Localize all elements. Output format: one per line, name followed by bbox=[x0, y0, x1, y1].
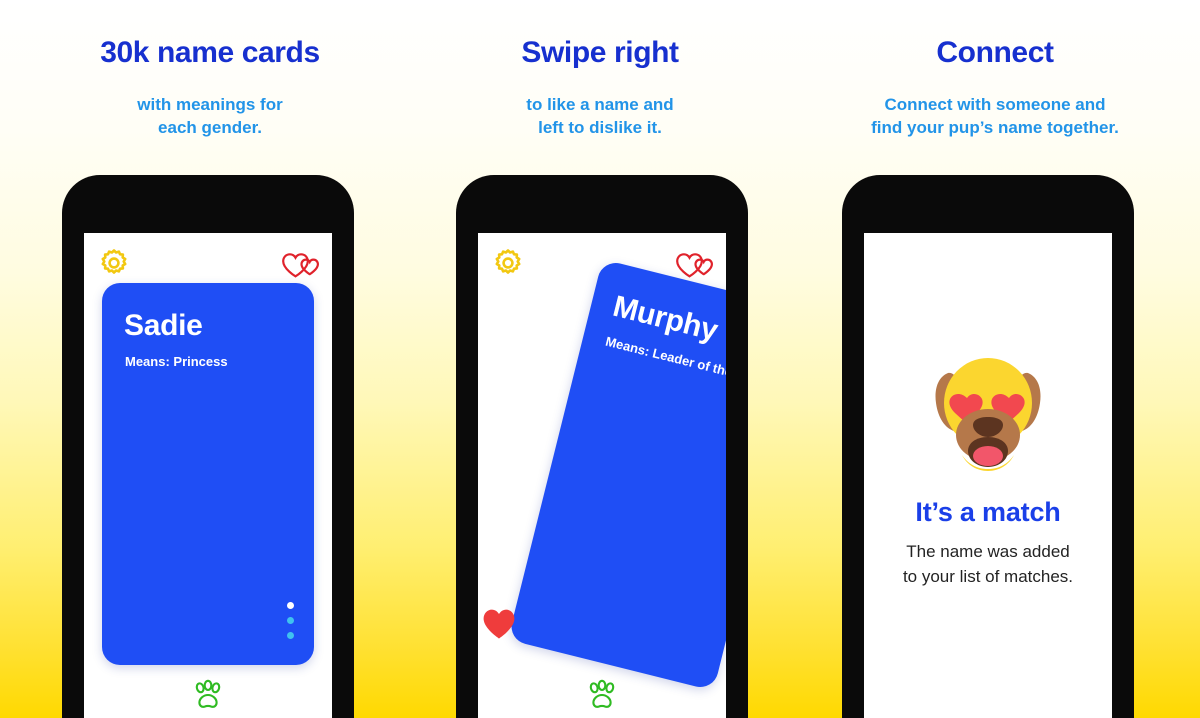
panel-connect: Connect Connect with someone and find yo… bbox=[790, 0, 1200, 718]
panel-swipe-right: Swipe right to like a name and left to d… bbox=[400, 0, 800, 718]
panel-2-subhead: to like a name and left to dislike it. bbox=[400, 93, 800, 140]
match-body-line-2: to your list of matches. bbox=[902, 566, 1074, 586]
panel-name-cards: 30k name cards with meanings for each ge… bbox=[0, 0, 420, 718]
card-meaning: Means: Princess bbox=[125, 354, 228, 369]
app-screen-match: It’s a match The name was added to your … bbox=[864, 233, 1112, 718]
phone-mockup-2: Murphy Means: Leader of the herd bbox=[456, 175, 748, 718]
panel-3-subhead: Connect with someone and find your pup’s… bbox=[790, 93, 1200, 140]
app-screen-browse: Sadie Means: Princess bbox=[84, 233, 332, 718]
paw-icon[interactable] bbox=[582, 678, 622, 714]
panel-3-subhead-line-1: Connect with someone and bbox=[884, 95, 1106, 114]
gear-icon[interactable] bbox=[492, 247, 524, 279]
app-top-bar-1 bbox=[84, 247, 332, 281]
name-card-murphy[interactable]: Murphy Means: Leader of the herd bbox=[507, 259, 726, 691]
double-heart-icon[interactable] bbox=[280, 251, 320, 279]
promo-screenshot-stage: 30k name cards with meanings for each ge… bbox=[0, 0, 1200, 718]
gear-icon[interactable] bbox=[98, 247, 130, 279]
panel-1-subhead: with meanings for each gender. bbox=[0, 93, 420, 140]
card-dot-active bbox=[287, 602, 294, 609]
match-body: The name was added to your list of match… bbox=[864, 540, 1112, 589]
panel-3-subhead-line-2: find your pup’s name together. bbox=[871, 118, 1119, 138]
name-card-sadie[interactable]: Sadie Means: Princess bbox=[102, 283, 314, 665]
panel-3-headline: Connect bbox=[936, 36, 1054, 69]
double-heart-icon[interactable] bbox=[674, 251, 714, 279]
paw-icon[interactable] bbox=[188, 678, 228, 714]
match-title: It’s a match bbox=[915, 497, 1061, 527]
phone-mockup-1: Sadie Means: Princess bbox=[62, 175, 354, 718]
match-content: It’s a match The name was added to your … bbox=[864, 343, 1112, 589]
app-screen-swipe: Murphy Means: Leader of the herd bbox=[478, 233, 726, 718]
card-page-dots bbox=[287, 602, 294, 639]
match-body-line-1: The name was added bbox=[906, 542, 1070, 561]
panel-2-subhead-line-1: to like a name and bbox=[526, 95, 674, 114]
like-heart-icon bbox=[482, 608, 516, 640]
panel-1-subhead-line-1: with meanings for bbox=[137, 95, 283, 114]
panel-2-subhead-line-2: left to dislike it. bbox=[538, 118, 662, 138]
card-dot bbox=[287, 632, 294, 639]
card-name: Sadie bbox=[124, 309, 203, 342]
card-dot bbox=[287, 617, 294, 624]
dog-face-heart-eyes-icon bbox=[918, 343, 1058, 473]
phone-mockup-3: It’s a match The name was added to your … bbox=[842, 175, 1134, 718]
panel-1-headline: 30k name cards bbox=[100, 36, 320, 69]
panel-1-subhead-line-2: each gender. bbox=[158, 118, 262, 138]
panel-2-headline: Swipe right bbox=[521, 36, 679, 69]
